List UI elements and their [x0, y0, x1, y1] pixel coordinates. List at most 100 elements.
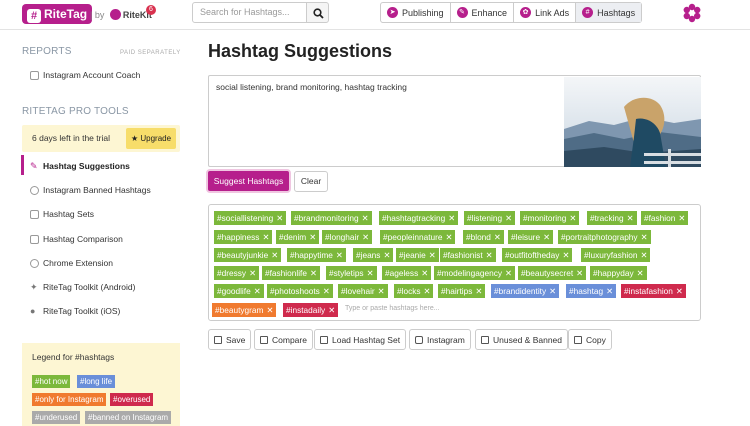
hashtag-chip[interactable]: #happiness ✕	[214, 230, 273, 244]
hashtag-chip[interactable]: #blond ✕	[463, 230, 504, 244]
remove-icon[interactable]: ✕	[641, 250, 648, 260]
remove-icon[interactable]: ✕	[486, 250, 493, 260]
remove-icon[interactable]: ✕	[429, 250, 436, 260]
save-button[interactable]: Save	[208, 329, 252, 350]
instagram-button[interactable]: Instagram	[409, 329, 471, 350]
notification-badge[interactable]: 6	[146, 5, 156, 15]
remove-icon[interactable]: ✕	[367, 268, 374, 278]
ritetag-logo[interactable]: # RiteTag	[22, 4, 93, 24]
hashtag-chip[interactable]: #styletips ✕	[326, 266, 377, 280]
hashtag-chip[interactable]: #beautysecret ✕	[518, 266, 587, 280]
sidebar-item-hashtag-comparison[interactable]: Hashtag Comparison	[30, 234, 123, 244]
hashtag-chip[interactable]: #listening ✕	[464, 211, 516, 225]
clear-button[interactable]: Clear	[294, 171, 328, 192]
hashtag-chip[interactable]: #fashionlife ✕	[262, 266, 320, 280]
remove-icon[interactable]: ✕	[606, 286, 613, 296]
remove-icon[interactable]: ✕	[676, 286, 683, 296]
hashtag-search-input[interactable]: Search for Hashtags...	[192, 2, 307, 23]
remove-icon[interactable]: ✕	[576, 268, 583, 278]
hashtag-chip[interactable]: #locks ✕	[394, 284, 434, 298]
hashtag-chip[interactable]: #instadaily ✕	[283, 303, 339, 317]
remove-icon[interactable]: ✕	[562, 250, 569, 260]
remove-icon[interactable]: ✕	[543, 232, 550, 242]
remove-icon[interactable]: ✕	[271, 250, 278, 260]
hashtag-chip[interactable]: #leisure ✕	[508, 230, 554, 244]
hashtag-chip[interactable]: #photoshoots ✕	[267, 284, 333, 298]
nav-enhance[interactable]: ✎ Enhance	[451, 3, 515, 22]
hashtag-chip[interactable]: #fashionist ✕	[440, 248, 496, 262]
hashtag-input[interactable]: Type or paste hashtags here...	[345, 305, 440, 312]
hashtag-chip[interactable]: #beautyjunkie ✕	[214, 248, 282, 262]
hashtag-chip[interactable]: #beautygram ✕	[212, 303, 277, 317]
nav-publishing[interactable]: ➤ Publishing	[381, 3, 451, 22]
remove-icon[interactable]: ✕	[678, 213, 685, 223]
load-hashtag-set-button[interactable]: Load Hashtag Set	[314, 329, 407, 350]
remove-icon[interactable]: ✕	[310, 268, 317, 278]
remove-icon[interactable]: ✕	[266, 305, 273, 315]
remove-icon[interactable]: ✕	[424, 286, 431, 296]
hashtag-chip[interactable]: #instafashion ✕	[621, 284, 686, 298]
search-button[interactable]	[306, 2, 329, 23]
hashtag-chip[interactable]: #longhair ✕	[322, 230, 373, 244]
hashtag-chip[interactable]: #hashtagtracking ✕	[379, 211, 459, 225]
hashtag-chip[interactable]: #goodlife ✕	[214, 284, 264, 298]
hashtag-chip[interactable]: #jeanie ✕	[396, 248, 439, 262]
nav-link-ads[interactable]: ✿ Link Ads	[514, 3, 577, 22]
hashtag-chip[interactable]: #brandidentity ✕	[491, 284, 560, 298]
remove-icon[interactable]: ✕	[323, 286, 330, 296]
remove-icon[interactable]: ✕	[569, 213, 576, 223]
hashtag-chip[interactable]: #brandmonitoring ✕	[291, 211, 372, 225]
sidebar-item-ritetag-toolkit-android[interactable]: ✦ RiteTag Toolkit (Android)	[30, 282, 135, 292]
remove-icon[interactable]: ✕	[378, 286, 385, 296]
remove-icon[interactable]: ✕	[494, 232, 501, 242]
hashtag-chip[interactable]: #portraitphotography ✕	[558, 230, 651, 244]
sidebar-item-instagram-account-coach[interactable]: Instagram Account Coach	[30, 70, 140, 80]
remove-icon[interactable]: ✕	[421, 268, 428, 278]
hashtag-chip[interactable]: #monitoring ✕	[520, 211, 580, 225]
nav-hashtags[interactable]: # Hashtags	[576, 3, 642, 22]
remove-icon[interactable]: ✕	[505, 268, 512, 278]
hashtag-chip[interactable]: #hairtips ✕	[438, 284, 486, 298]
copy-button[interactable]: Copy	[568, 329, 612, 350]
sidebar-item-ritetag-toolkit-ios[interactable]: ● RiteTag Toolkit (iOS)	[30, 306, 120, 316]
remove-icon[interactable]: ✕	[262, 232, 269, 242]
hashtag-chip[interactable]: #ageless ✕	[382, 266, 432, 280]
remove-icon[interactable]: ✕	[362, 232, 369, 242]
remove-icon[interactable]: ✕	[383, 250, 390, 260]
keywords-textarea[interactable]: social listening, brand monitoring, hash…	[208, 75, 701, 167]
suggest-hashtags-button[interactable]: Suggest Hashtags	[206, 169, 291, 193]
remove-icon[interactable]: ✕	[637, 268, 644, 278]
remove-icon[interactable]: ✕	[505, 213, 512, 223]
remove-icon[interactable]: ✕	[254, 286, 261, 296]
unused-banned-button[interactable]: Unused & Banned	[475, 329, 568, 350]
hashtag-chip[interactable]: #fashion ✕	[641, 211, 689, 225]
remove-icon[interactable]: ✕	[249, 268, 256, 278]
hashtag-chip[interactable]: #sociallistening ✕	[214, 211, 287, 225]
remove-icon[interactable]: ✕	[549, 286, 556, 296]
sidebar-item-chrome-extension[interactable]: Chrome Extension	[30, 258, 113, 268]
sidebar-item-instagram-banned-hashtags[interactable]: Instagram Banned Hashtags	[30, 185, 151, 195]
hashtag-chip[interactable]: #happytime ✕	[287, 248, 346, 262]
remove-icon[interactable]: ✕	[336, 250, 343, 260]
remove-icon[interactable]: ✕	[328, 305, 335, 315]
compare-button[interactable]: Compare	[254, 329, 313, 350]
remove-icon[interactable]: ✕	[627, 213, 634, 223]
remove-icon[interactable]: ✕	[448, 213, 455, 223]
hashtag-chip[interactable]: #modelingagency ✕	[434, 266, 515, 280]
hashtag-list[interactable]: #sociallistening ✕ #brandmonitoring ✕ #has…	[208, 204, 701, 321]
hashtag-chip[interactable]: #jeans ✕	[353, 248, 394, 262]
uploaded-image[interactable]	[564, 77, 701, 167]
remove-icon[interactable]: ✕	[362, 213, 369, 223]
remove-icon[interactable]: ✕	[475, 286, 482, 296]
remove-icon[interactable]: ✕	[446, 232, 453, 242]
hashtag-chip[interactable]: #tracking ✕	[587, 211, 637, 225]
hashtag-chip[interactable]: #dressy ✕	[214, 266, 260, 280]
remove-icon[interactable]: ✕	[276, 213, 283, 223]
upgrade-button[interactable]: ★ Upgrade	[126, 128, 176, 149]
sidebar-item-hashtag-suggestions[interactable]: ✎ Hashtag Suggestions	[30, 161, 130, 171]
remove-icon[interactable]: ✕	[641, 232, 648, 242]
sidebar-item-hashtag-sets[interactable]: Hashtag Sets	[30, 209, 94, 219]
apps-flower-icon[interactable]	[682, 3, 702, 23]
hashtag-chip[interactable]: #denim ✕	[276, 230, 320, 244]
remove-icon[interactable]: ✕	[309, 232, 316, 242]
